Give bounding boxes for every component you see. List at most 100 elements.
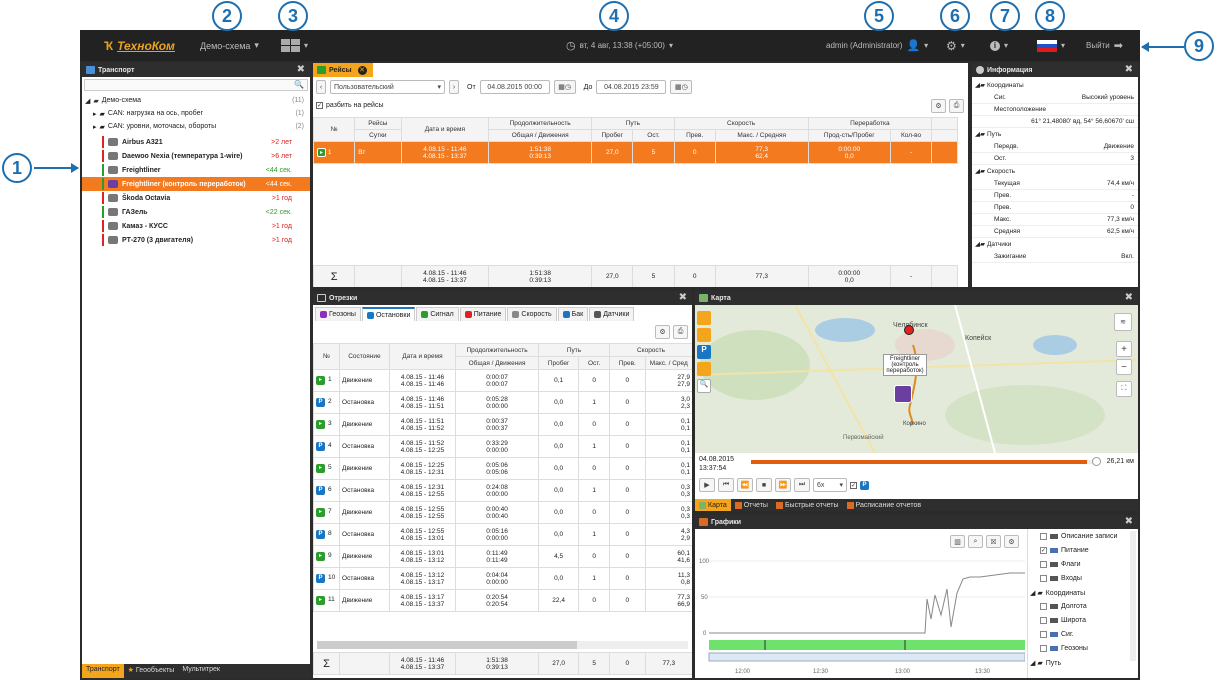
legend-item[interactable]: Входы: [1040, 575, 1082, 582]
unit-row[interactable]: Airbus A321 >2 лет: [82, 135, 310, 149]
info-section[interactable]: ◢ ▰ Координаты: [972, 79, 1138, 91]
layers-icon[interactable]: ≋: [1114, 313, 1132, 331]
layout-selector[interactable]: ▾: [281, 30, 308, 61]
table-row[interactable]: P 8 Остановка 4.08.15 - 12:55 4.08.15 - 13:0…: [313, 523, 692, 546]
table-row[interactable]: ▸ 1 Вт 4.08.15 - 11:46 4.08.15 - 13:37 1:…: [313, 141, 958, 164]
play-button[interactable]: ▶: [699, 478, 715, 492]
print-icon[interactable]: ⎙: [949, 99, 964, 113]
zoom-out-button[interactable]: −: [1116, 359, 1132, 375]
calendar-icon[interactable]: ▦◷: [670, 80, 693, 94]
checkbox-checked-icon[interactable]: ✓: [850, 481, 857, 489]
unit-row[interactable]: РТ-270 (3 двигателя) >1 год: [82, 233, 310, 247]
help-menu[interactable]: i ▾: [990, 30, 1008, 61]
tab-segment[interactable]: Остановки: [361, 307, 416, 321]
from-date-input[interactable]: 04.08.2015 00:00: [479, 80, 550, 94]
info-section[interactable]: ◢ ▰ Скорость: [972, 165, 1138, 177]
close-icon[interactable]: ✖: [1125, 64, 1133, 75]
search-icon[interactable]: 🔍: [697, 379, 711, 393]
tab-map[interactable]: Карта: [695, 499, 731, 511]
legend-item[interactable]: ◢ ▰ Путь: [1030, 659, 1061, 668]
tree-group[interactable]: ▸ ▰ CAN: нагрузка на ось, пробег (1): [82, 107, 310, 120]
clock[interactable]: ◷ вт, 4 авг, 13:38 (+05:00) ▾: [566, 30, 673, 61]
split-checkbox[interactable]: ✓ разбить на рейсы: [316, 102, 384, 109]
tab-geoobjects[interactable]: ★ Геообъекты: [124, 664, 179, 678]
logo[interactable]: Ҡ ТехноКом: [104, 30, 175, 61]
info-section[interactable]: ◢ ▰ Датчики: [972, 238, 1138, 250]
legend-item[interactable]: Описание записи: [1040, 533, 1117, 540]
tree-root[interactable]: ◢ ▰ Демо-схема (11): [82, 94, 310, 107]
table-row[interactable]: ▸ 9 Движение 4.08.15 - 13:01 4.08.15 - 13:12…: [313, 545, 692, 568]
close-icon[interactable]: ✕: [357, 65, 367, 75]
speed-select[interactable]: 6x ▾: [813, 478, 847, 492]
to-date-input[interactable]: 04.08.2015 23:59: [596, 80, 667, 94]
stop-button[interactable]: ■: [756, 478, 772, 492]
legend-item[interactable]: ◢ ▰ Координаты: [1030, 589, 1085, 598]
horizontal-scrollbar[interactable]: [317, 641, 688, 649]
table-row[interactable]: ▸ 5 Движение 4.08.15 - 12:25 4.08.15 - 12:31…: [313, 457, 692, 480]
table-row[interactable]: P 4 Остановка 4.08.15 - 11:52 4.08.15 - 12:2…: [313, 435, 692, 458]
tree-group[interactable]: ▸ ▰ CAN: уровни, моточасы, обороты (2): [82, 120, 310, 133]
template-select[interactable]: Пользовательский ▾: [330, 80, 445, 94]
slider-handle[interactable]: [1092, 457, 1101, 466]
tab-segment[interactable]: Сигнал: [416, 307, 459, 321]
vertical-scrollbar[interactable]: [1130, 531, 1136, 661]
legend-item[interactable]: ✓ Питание: [1040, 547, 1089, 554]
close-icon[interactable]: ✖: [297, 64, 305, 75]
tab-segment[interactable]: Бак: [557, 307, 589, 321]
tab-multitrack[interactable]: Мультитрек: [178, 664, 224, 678]
tab-segment[interactable]: Питание: [459, 307, 507, 321]
scheme-selector[interactable]: Демо-схема ▾: [200, 30, 259, 61]
chart-area[interactable]: ▥ ⌕ ☒ ⚙ 100 50 0 12:00 12:30 13:00 13:30: [695, 529, 1025, 678]
skip-start-button[interactable]: ⏮: [718, 478, 734, 492]
print-icon[interactable]: ⎙: [673, 325, 688, 339]
unit-row[interactable]: Камаз - КУСС >1 год: [82, 219, 310, 233]
prev-button[interactable]: ‹: [316, 80, 326, 94]
transport-search[interactable]: 🔍: [84, 79, 308, 91]
table-row[interactable]: P 2 Остановка 4.08.15 - 11:46 4.08.15 - 11:5…: [313, 391, 692, 414]
close-icon[interactable]: ✖: [1125, 292, 1133, 303]
close-icon[interactable]: ✖: [1125, 516, 1133, 527]
table-row[interactable]: P 10 Остановка 4.08.15 - 13:12 4.08.15 - 13:…: [313, 567, 692, 590]
logout-button[interactable]: Выйти ➡: [1086, 30, 1123, 61]
tab-transport[interactable]: Транспорт: [82, 664, 124, 678]
unit-row[interactable]: Freightliner <44 сек.: [82, 163, 310, 177]
legend-item[interactable]: Сиг.: [1040, 631, 1074, 638]
tab-segment[interactable]: Скорость: [507, 307, 557, 321]
info-section[interactable]: ◢ ▰ Путь: [972, 128, 1138, 140]
table-row[interactable]: P 6 Остановка 4.08.15 - 12:31 4.08.15 - 12:5…: [313, 479, 692, 502]
legend-item[interactable]: Флаги: [1040, 561, 1081, 568]
playback-slider[interactable]: [751, 457, 1101, 466]
legend-item[interactable]: Геозоны: [1040, 645, 1088, 652]
unit-row[interactable]: Freightliner (контроль переработок) <44 с…: [82, 177, 310, 191]
tab-map[interactable]: Отчеты: [731, 499, 772, 511]
unit-row[interactable]: Daewoo Nexia (температура 1-wire) >6 лет: [82, 149, 310, 163]
table-row[interactable]: ▸ 7 Движение 4.08.15 - 12:55 4.08.15 - 12:55…: [313, 501, 692, 524]
map-view[interactable]: Челябинск Копейск Коркино Первомайский F…: [695, 305, 1138, 453]
gear-icon[interactable]: ⚙: [931, 99, 946, 113]
skip-end-button[interactable]: ⏭: [794, 478, 810, 492]
rewind-button[interactable]: ⏪: [737, 478, 753, 492]
table-row[interactable]: ▸ 1 Движение 4.08.15 - 11:46 4.08.15 - 11:46…: [313, 369, 692, 392]
tab-map[interactable]: Расписание отчетов: [843, 499, 926, 511]
tab-segment[interactable]: Датчики: [589, 307, 635, 321]
trips-tab[interactable]: Рейсы ✕: [313, 63, 373, 77]
close-icon[interactable]: ✖: [679, 292, 687, 303]
unit-row[interactable]: Škoda Octavia >1 год: [82, 191, 310, 205]
next-button[interactable]: ›: [449, 80, 459, 94]
map-marker-popup[interactable]: Freightliner (контроль переработок): [883, 354, 927, 376]
fullscreen-icon[interactable]: ⛶: [1116, 381, 1132, 397]
legend-item[interactable]: Долгота: [1040, 603, 1087, 610]
settings-menu[interactable]: ⚙ ▾: [946, 30, 965, 61]
user-menu[interactable]: admin (Administrator) 👤 ▾: [826, 30, 928, 61]
gear-icon[interactable]: ⚙: [655, 325, 670, 339]
tab-segment[interactable]: Геозоны: [315, 307, 361, 321]
unit-marker-icon[interactable]: [894, 385, 912, 403]
calendar-icon[interactable]: ▦◷: [553, 80, 576, 94]
geofence-tool-icon[interactable]: [697, 328, 711, 342]
forward-button[interactable]: ⏩: [775, 478, 791, 492]
flag-marker-icon[interactable]: [904, 325, 914, 335]
unit-row[interactable]: ГАЗель <22 сек.: [82, 205, 310, 219]
legend-item[interactable]: Широта: [1040, 617, 1086, 624]
map-tool-icon[interactable]: [697, 311, 711, 325]
table-row[interactable]: ▸ 3 Движение 4.08.15 - 11:51 4.08.15 - 11:52…: [313, 413, 692, 436]
